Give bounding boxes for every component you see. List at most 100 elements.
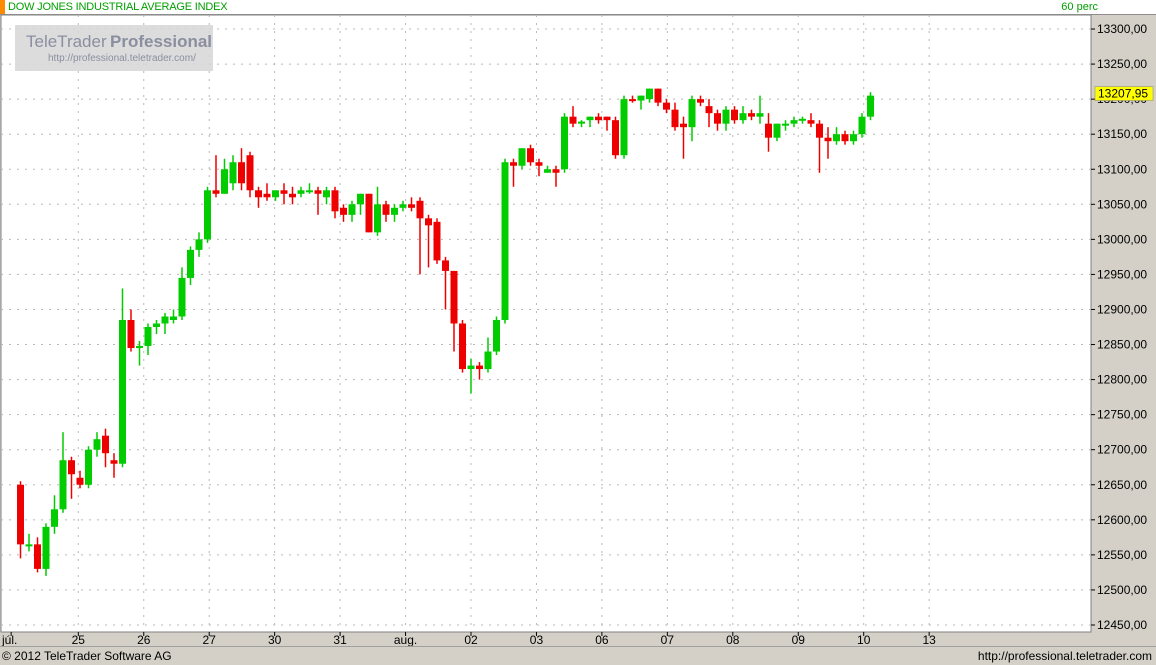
candle-body bbox=[748, 113, 755, 117]
y-tick-label: 12700,00 bbox=[1097, 443, 1147, 457]
candle-body bbox=[756, 113, 764, 117]
candle-body bbox=[476, 365, 483, 370]
candle bbox=[612, 116, 619, 159]
candle bbox=[85, 446, 92, 489]
candle-body bbox=[833, 134, 840, 142]
y-tick-label: 12450,00 bbox=[1097, 618, 1147, 632]
candle bbox=[204, 186, 211, 243]
candle-body bbox=[620, 99, 628, 156]
x-tick-label: júl. bbox=[1, 633, 17, 646]
y-tick-label: 12650,00 bbox=[1097, 478, 1147, 492]
candle-body bbox=[433, 221, 441, 261]
candle-body bbox=[595, 116, 602, 121]
candle-body bbox=[867, 95, 874, 117]
x-axis: júl. 25 26 27 30 31 aug. 02 03 06 07 08 09 10 13 bbox=[1, 632, 936, 646]
y-tick-label: 12900,00 bbox=[1097, 302, 1147, 316]
candle-body bbox=[323, 190, 330, 198]
candle-body bbox=[127, 319, 135, 349]
candle-body bbox=[382, 204, 390, 215]
chart-window: DOW JONES INDUSTRIAL AVERAGE INDEX 60 pe… bbox=[0, 0, 1156, 665]
chart-header: DOW JONES INDUSTRIAL AVERAGE INDEX 60 pe… bbox=[0, 0, 1156, 15]
y-tick-label: 12750,00 bbox=[1097, 408, 1147, 422]
candle-body bbox=[671, 109, 679, 128]
y-tick-label: 13100,00 bbox=[1097, 162, 1147, 176]
x-tick-label: 10 bbox=[857, 633, 871, 646]
candle-body bbox=[578, 121, 585, 124]
candle-body bbox=[518, 148, 526, 166]
title-accent-bar bbox=[0, 0, 5, 14]
status-bar: © 2012 TeleTrader Software AG http://pro… bbox=[0, 646, 1156, 665]
y-tick-label: 13150,00 bbox=[1097, 127, 1147, 141]
candle-body bbox=[663, 102, 670, 110]
x-tick-label: 07 bbox=[661, 633, 675, 646]
candle-body bbox=[544, 169, 551, 173]
candle-body bbox=[535, 162, 543, 166]
candle-body bbox=[569, 116, 577, 124]
candle-body bbox=[408, 204, 415, 208]
candle-body bbox=[467, 365, 475, 370]
candle-body bbox=[280, 190, 288, 194]
footer-url-link[interactable]: http://professional.teletrader.com bbox=[978, 649, 1152, 663]
interval-label[interactable]: 60 perc bbox=[1061, 1, 1098, 13]
candle-body bbox=[229, 162, 237, 184]
x-tick-label: 31 bbox=[333, 633, 347, 646]
candle-body bbox=[110, 460, 118, 464]
y-tick-label: 12550,00 bbox=[1097, 548, 1147, 562]
candle-body bbox=[459, 323, 466, 370]
candle-body bbox=[314, 190, 322, 194]
candle-body bbox=[493, 319, 500, 352]
candle-body bbox=[850, 134, 857, 142]
y-tick-label: 12500,00 bbox=[1097, 583, 1147, 597]
last-price-marker: 13207,95 bbox=[1094, 86, 1154, 101]
chart-title: DOW JONES INDUSTRIAL AVERAGE INDEX bbox=[8, 1, 228, 13]
candle-body bbox=[365, 193, 373, 233]
candle-body bbox=[807, 120, 815, 124]
candle-body bbox=[841, 134, 849, 142]
candle-body bbox=[76, 477, 84, 485]
candle-body bbox=[246, 155, 254, 191]
candle-body bbox=[680, 123, 687, 128]
candle-body bbox=[425, 218, 432, 226]
candle-body bbox=[51, 509, 58, 527]
candle-body bbox=[170, 316, 177, 320]
candle-body bbox=[552, 169, 560, 173]
candle-body bbox=[25, 544, 33, 547]
price-chart[interactable]: 12450,00 12500,00 12550,00 12600,00 12650,00… bbox=[0, 15, 1156, 646]
watermark-brand-light: TeleTrader bbox=[26, 32, 107, 51]
candle bbox=[620, 95, 628, 159]
candle-body bbox=[263, 193, 271, 198]
x-tick-label: 06 bbox=[595, 633, 609, 646]
candle-body bbox=[646, 88, 653, 100]
candle-body bbox=[297, 190, 305, 194]
candle-body bbox=[739, 113, 747, 121]
x-tick-label: 30 bbox=[268, 633, 282, 646]
candle-body bbox=[765, 123, 772, 138]
candle-body bbox=[178, 277, 186, 317]
candle bbox=[42, 523, 50, 576]
x-tick-label: 08 bbox=[726, 633, 740, 646]
candle-body bbox=[187, 249, 194, 278]
y-tick-label: 13250,00 bbox=[1097, 57, 1147, 71]
candle-body bbox=[442, 260, 449, 271]
x-tick-label: 27 bbox=[203, 633, 217, 646]
candle-body bbox=[714, 113, 721, 124]
copyright-text: © 2012 TeleTrader Software AG bbox=[2, 649, 172, 663]
y-tick-label: 12950,00 bbox=[1097, 267, 1147, 281]
candle bbox=[365, 193, 373, 233]
candle-body bbox=[195, 239, 203, 250]
candle-body bbox=[484, 351, 492, 370]
x-tick-label: 13 bbox=[922, 633, 936, 646]
candle-body bbox=[603, 116, 611, 121]
candle-body bbox=[824, 137, 832, 142]
candle bbox=[561, 113, 568, 173]
candle-body bbox=[816, 123, 823, 138]
candle-body bbox=[212, 190, 220, 194]
candle-body bbox=[697, 99, 704, 103]
x-tick-label: 09 bbox=[792, 633, 806, 646]
y-tick-label: 12600,00 bbox=[1097, 513, 1147, 527]
candle-body bbox=[204, 190, 211, 240]
candle-body bbox=[34, 544, 41, 569]
candle-body bbox=[102, 435, 109, 454]
candle bbox=[493, 316, 500, 356]
candle-body bbox=[790, 120, 798, 124]
